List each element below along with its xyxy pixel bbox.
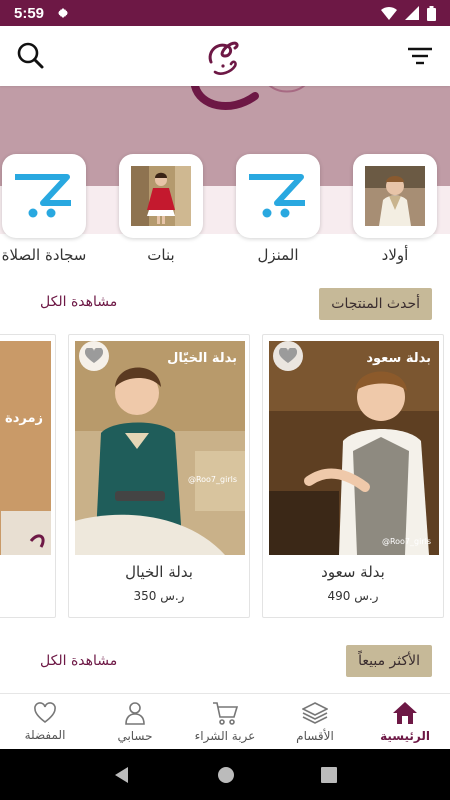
photo-watermark: @Roo7_girls (187, 475, 237, 484)
category-tile (236, 154, 320, 238)
heart-outline-icon (34, 701, 56, 723)
nav-cart[interactable]: عربة الشراء (180, 694, 270, 749)
category-girls[interactable]: بنات (118, 154, 204, 264)
category-tile (353, 154, 437, 238)
category-tile (2, 154, 86, 238)
category-label: بنات (147, 246, 175, 264)
category-tile (119, 154, 203, 238)
brand-logo (208, 41, 239, 75)
nav-label: عربة الشراء (194, 728, 256, 743)
settings-gear-icon (57, 8, 69, 18)
home-circle-icon[interactable] (217, 766, 235, 784)
category-label: أولاد (381, 246, 409, 264)
user-icon (125, 701, 145, 725)
girl-photo (131, 166, 191, 226)
favorite-button[interactable] (79, 341, 109, 371)
nav-account[interactable]: حسابي (90, 694, 180, 749)
cart-logo-icon (15, 174, 71, 218)
nav-categories[interactable]: الأقسام (270, 694, 360, 749)
product-card[interactable]: زمردة (0, 334, 56, 618)
see-all-link[interactable]: مشاهدة الكل (40, 294, 117, 310)
nav-label: الرئيسية (380, 728, 430, 743)
section-title: الأكثر مبيعاً (346, 645, 432, 677)
search-icon (17, 42, 44, 69)
product-photo[interactable]: زمردة (0, 341, 51, 555)
product-photo-partial (0, 341, 51, 555)
nav-label: الأقسام (296, 728, 334, 743)
section-title: أحدث المنتجات (319, 288, 432, 320)
layers-icon (302, 701, 328, 724)
nav-home[interactable]: الرئيسية (360, 694, 450, 749)
filter-menu-icon (408, 47, 432, 65)
home-icon (393, 701, 417, 724)
app-bar (0, 26, 450, 86)
see-all-link[interactable]: مشاهدة الكل (40, 653, 117, 669)
product-name: بدلة الخيال (125, 563, 193, 581)
wifi-icon (381, 7, 397, 20)
boy-vest-photo (269, 341, 439, 555)
boy-velvet-photo (75, 341, 245, 555)
product-price: 490 ر.س (327, 589, 379, 603)
filter-menu-button[interactable] (402, 38, 438, 74)
nav-label: حسابي (117, 728, 153, 743)
heart-icon (279, 348, 297, 363)
product-price: 350 ر.س (133, 589, 185, 603)
status-bar: 5:59 (0, 0, 450, 26)
heart-icon (85, 348, 103, 363)
section-new-products: أحدث المنتجات مشاهدة الكل (0, 288, 450, 322)
boy-photo (365, 166, 425, 226)
category-row: أولاد المنزل بنات سجادة الصلاة (0, 154, 450, 272)
status-time: 5:59 (14, 4, 45, 22)
product-carousel[interactable]: بدلة سعود @Roo7_girls بدلة سعود 490 ر.س … (0, 334, 450, 620)
signal-icon (405, 6, 419, 20)
bottom-navigation: المفضلة حسابي عربة الشراء الأقسام الرئيس… (0, 693, 450, 749)
cart-icon (213, 701, 238, 725)
photo-watermark: @Roo7_girls (381, 537, 431, 546)
product-name: بدلة سعود (321, 563, 385, 581)
category-prayer-rug[interactable]: سجادة الصلاة (1, 154, 87, 264)
search-button[interactable] (12, 38, 48, 74)
recents-icon[interactable] (321, 766, 337, 783)
photo-title: بدلة سعود (366, 351, 431, 366)
cart-logo-icon (249, 174, 305, 218)
product-card[interactable]: بدلة سعود @Roo7_girls بدلة سعود 490 ر.س (262, 334, 444, 618)
category-boys[interactable]: أولاد (352, 154, 438, 264)
category-label: المنزل (257, 246, 299, 264)
section-best-sellers: الأكثر مبيعاً مشاهدة الكل (0, 645, 450, 679)
system-navigation-bar (0, 749, 450, 800)
battery-icon (427, 5, 436, 21)
photo-title: بدلة الخيّال (167, 351, 237, 366)
favorite-button[interactable] (273, 341, 303, 371)
photo-title: زمردة (5, 411, 43, 426)
product-photo[interactable]: بدلة الخيّال @Roo7_girls (75, 341, 245, 555)
product-photo[interactable]: بدلة سعود @Roo7_girls (269, 341, 439, 555)
category-label: سجادة الصلاة (1, 246, 87, 264)
nav-favorites[interactable]: المفضلة (0, 694, 90, 749)
nav-label: المفضلة (24, 727, 66, 742)
back-icon[interactable] (113, 766, 131, 784)
category-home[interactable]: المنزل (235, 154, 321, 264)
product-card[interactable]: بدلة الخيّال @Roo7_girls بدلة الخيال 350… (68, 334, 250, 618)
